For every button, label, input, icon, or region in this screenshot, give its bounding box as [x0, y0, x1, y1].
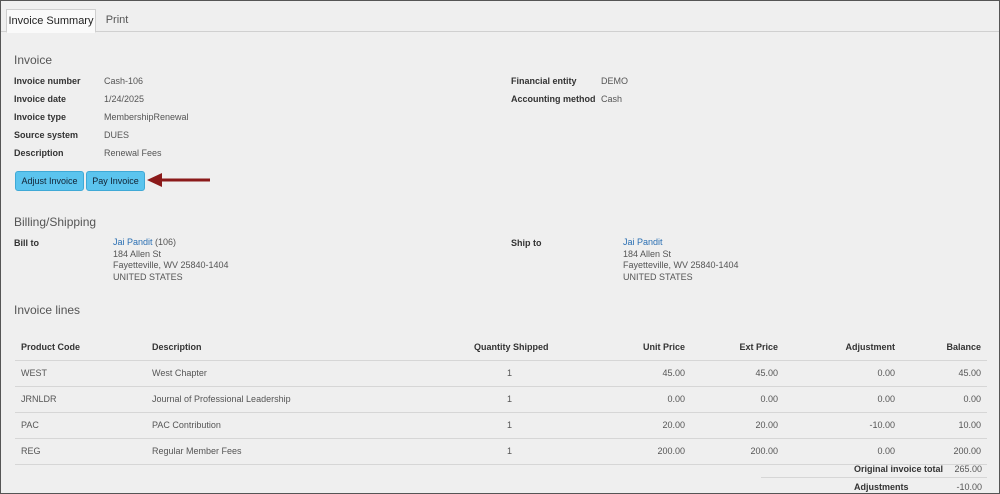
cell-unit-price: 20.00 — [662, 420, 685, 430]
table-row: PAC PAC Contribution 1 20.00 20.00 -10.0… — [15, 412, 987, 438]
header-quantity-shipped: Quantity Shipped — [474, 342, 549, 352]
cell-quantity: 1 — [507, 446, 513, 456]
bill-to-address: Jai Pandit (106) 184 Allen St Fayettevil… — [113, 237, 229, 283]
bill-to-name-link[interactable]: Jai Pandit — [113, 237, 153, 247]
header-unit-price: Unit Price — [642, 342, 685, 352]
cell-adjustment: 0.00 — [877, 446, 895, 456]
description-label: Description — [14, 148, 64, 158]
accounting-method-value: Cash — [601, 94, 623, 104]
pay-invoice-button[interactable]: Pay Invoice — [86, 171, 145, 191]
table-row: REG Regular Member Fees 1 200.00 200.00 … — [15, 438, 987, 464]
cell-ext-price: 0.00 — [760, 394, 778, 404]
cell-balance: 200.00 — [953, 446, 981, 456]
cell-description: PAC Contribution — [152, 420, 221, 430]
bill-to-id: (106) — [155, 237, 177, 247]
annotation-arrow-icon — [147, 173, 210, 187]
adjustments-label: Adjustments — [854, 482, 909, 492]
header-adjustment: Adjustment — [845, 342, 896, 352]
invoice-type-label: Invoice type — [14, 112, 67, 122]
cell-balance: 10.00 — [958, 420, 981, 430]
invoice-window: Invoice Summary Print Invoice Invoice nu… — [0, 0, 1000, 494]
source-system-label: Source system — [14, 130, 79, 140]
table-row: WEST West Chapter 1 45.00 45.00 0.00 45.… — [15, 360, 987, 386]
ship-to-label: Ship to — [511, 238, 542, 248]
cell-quantity: 1 — [507, 394, 513, 404]
invoice-lines-table: Product Code Description Quantity Shippe… — [15, 335, 987, 466]
cell-ext-price: 45.00 — [755, 368, 778, 378]
description-value: Renewal Fees — [104, 148, 162, 158]
bill-to-label: Bill to — [14, 238, 39, 248]
cell-adjustment: 0.00 — [877, 394, 895, 404]
invoice-date-value: 1/24/2025 — [104, 94, 145, 104]
invoice-lines-title: Invoice lines — [14, 303, 81, 317]
tab-invoice-summary[interactable]: Invoice Summary — [6, 9, 96, 33]
tab-bar: Invoice Summary Print — [1, 1, 999, 33]
cell-ext-price: 20.00 — [755, 420, 778, 430]
cell-product-code: JRNLDR — [21, 394, 57, 404]
cell-adjustment: 0.00 — [877, 368, 895, 378]
invoice-section-title: Invoice — [14, 53, 53, 67]
source-system-value: DUES — [104, 130, 130, 140]
ship-to-name-link[interactable]: Jai Pandit — [623, 237, 739, 249]
ship-to-line1: 184 Allen St — [623, 248, 672, 259]
bill-to-line2: Fayetteville, WV 25840-1404 — [113, 260, 229, 270]
original-total-label: Original invoice total — [854, 464, 944, 474]
billing-section-title: Billing/Shipping — [14, 215, 97, 229]
cell-unit-price: 45.00 — [662, 368, 685, 378]
accounting-method-label: Accounting method — [511, 94, 596, 104]
cell-balance: 0.00 — [963, 394, 981, 404]
header-ext-price: Ext Price — [739, 342, 778, 352]
original-total-value: 265.00 — [954, 464, 982, 474]
financial-entity-label: Financial entity — [511, 76, 577, 86]
cell-description: West Chapter — [152, 368, 207, 378]
invoice-type-value: MembershipRenewal — [104, 112, 189, 122]
cell-ext-price: 200.00 — [750, 446, 778, 456]
ship-to-line3: UNITED STATES — [623, 271, 693, 282]
header-product-code: Product Code — [21, 342, 81, 352]
bill-to-line3: UNITED STATES — [113, 271, 183, 282]
cell-quantity: 1 — [507, 368, 513, 378]
cell-product-code: WEST — [21, 368, 47, 378]
bill-to-line1: 184 Allen St — [113, 248, 162, 259]
invoice-date-label: Invoice date — [14, 94, 67, 104]
cell-unit-price: 200.00 — [657, 446, 685, 456]
cell-product-code: PAC — [21, 420, 39, 430]
header-description: Description — [152, 342, 202, 352]
financial-entity-value: DEMO — [601, 76, 628, 86]
cell-product-code: REG — [21, 446, 41, 456]
tab-print[interactable]: Print — [101, 9, 133, 31]
cell-unit-price: 0.00 — [667, 394, 685, 404]
cell-quantity: 1 — [507, 420, 513, 430]
ship-to-line2: Fayetteville, WV 25840-1404 — [623, 260, 739, 270]
table-header: Product Code Description Quantity Shippe… — [15, 335, 987, 360]
totals-divider — [761, 477, 987, 478]
cell-description: Regular Member Fees — [152, 446, 242, 456]
ship-to-address: Jai Pandit 184 Allen St Fayetteville, WV… — [623, 237, 739, 283]
invoice-number-label: Invoice number — [14, 76, 81, 86]
header-balance: Balance — [946, 342, 981, 352]
invoice-number-value: Cash-106 — [104, 76, 144, 86]
cell-description: Journal of Professional Leadership — [152, 394, 291, 404]
table-bottom-border — [15, 464, 987, 466]
adjust-invoice-button[interactable]: Adjust Invoice — [15, 171, 84, 191]
adjustments-value: -10.00 — [956, 482, 982, 492]
table-row: JRNLDR Journal of Professional Leadershi… — [15, 386, 987, 412]
cell-adjustment: -10.00 — [869, 420, 895, 430]
cell-balance: 45.00 — [958, 368, 981, 378]
